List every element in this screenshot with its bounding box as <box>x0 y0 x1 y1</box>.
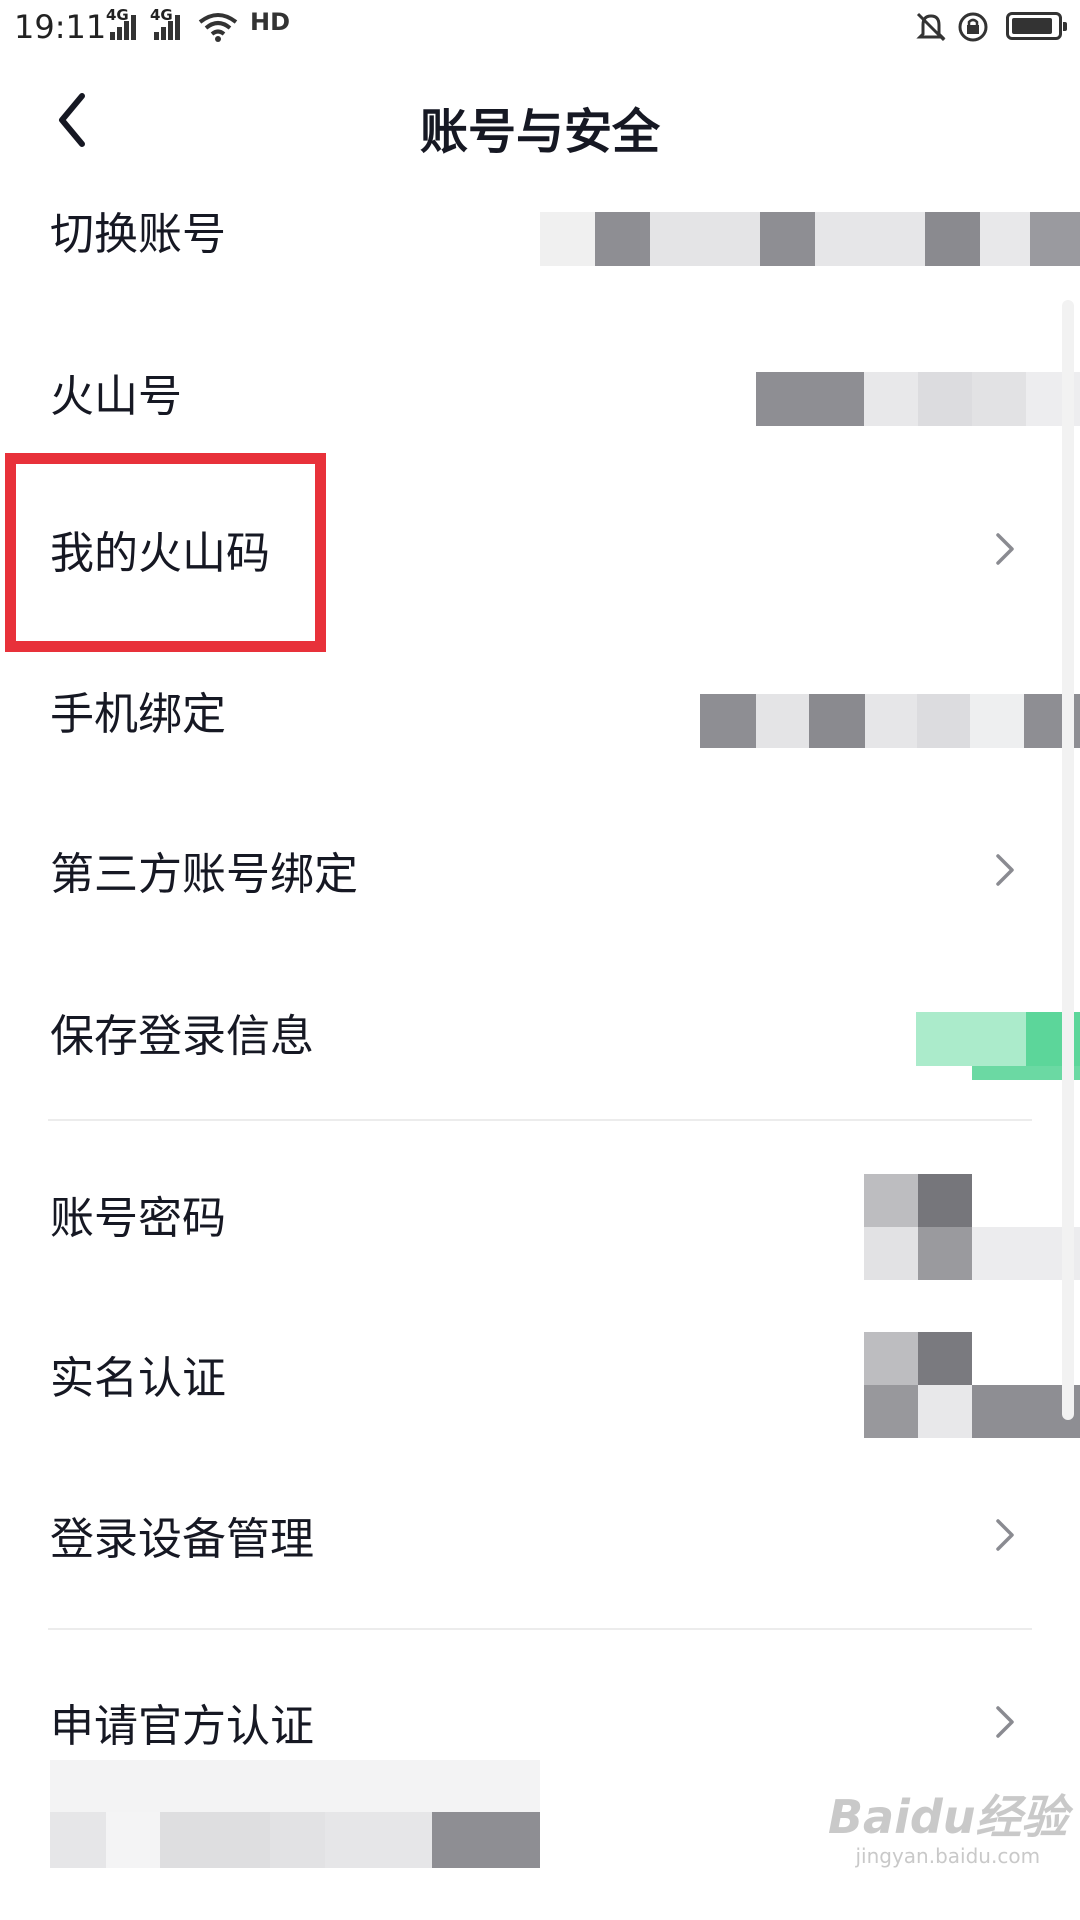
status-time: 19:11 <box>14 8 107 46</box>
signal-icon <box>154 14 182 40</box>
row-label: 切换账号 <box>50 209 226 260</box>
row-label: 实名认证 <box>50 1353 226 1404</box>
divider <box>48 1119 1032 1121</box>
watermark-main: Baidu经验 <box>828 1790 1068 1844</box>
row-huoshan-id[interactable]: 火山号 <box>0 342 1080 442</box>
hd-icon: HD <box>250 8 291 36</box>
row-apply-official-verification[interactable]: 申请官方认证 <box>0 1672 1080 1772</box>
rotation-lock-icon <box>958 12 988 42</box>
watermark-url: jingyan.baidu.com <box>855 1844 1041 1868</box>
status-bar: 19:11 4G 4G HD <box>0 0 1080 56</box>
baidu-jingyan-watermark: Baidu经验 jingyan.baidu.com <box>828 1790 1068 1868</box>
chevron-right-icon <box>996 1519 1014 1551</box>
row-real-name-verification[interactable]: 实名认证 <box>0 1324 1080 1438</box>
mute-bell-icon <box>916 12 946 42</box>
row-label: 账号密码 <box>50 1193 226 1244</box>
battery-level <box>1012 18 1052 34</box>
row-label: 火山号 <box>50 371 182 422</box>
chevron-right-icon <box>996 533 1014 565</box>
pixelated-verification-status <box>864 1332 1080 1438</box>
row-label: 手机绑定 <box>50 689 226 740</box>
row-phone-binding[interactable]: 手机绑定 <box>0 660 1080 760</box>
pixelated-id-value <box>756 372 1080 426</box>
scroll-edge <box>1062 300 1074 1420</box>
page-title: 账号与安全 <box>419 104 660 160</box>
pixelated-password-status <box>864 1174 1080 1280</box>
pixelated-account-value <box>540 212 1080 266</box>
row-label: 第三方账号绑定 <box>50 849 358 900</box>
row-label: 保存登录信息 <box>50 1011 314 1062</box>
row-login-device-management[interactable]: 登录设备管理 <box>0 1485 1080 1585</box>
chevron-right-icon <box>996 1706 1014 1738</box>
row-switch-account[interactable]: 切换账号 <box>0 180 1080 280</box>
row-account-password[interactable]: 账号密码 <box>0 1164 1080 1280</box>
pixelated-row-subtitle <box>50 1760 540 1868</box>
highlight-box <box>5 453 326 652</box>
save-login-toggle[interactable] <box>916 1012 1080 1084</box>
row-third-party-binding[interactable]: 第三方账号绑定 <box>0 820 1080 920</box>
chevron-right-icon <box>996 854 1014 886</box>
row-label: 申请官方认证 <box>50 1701 314 1752</box>
pixelated-phone-value <box>700 694 1080 748</box>
row-save-login-info[interactable]: 保存登录信息 <box>0 982 1080 1082</box>
divider <box>48 1628 1032 1630</box>
signal-icon <box>110 14 138 40</box>
battery-icon <box>1006 12 1067 40</box>
wifi-icon <box>198 13 238 42</box>
row-label: 登录设备管理 <box>50 1514 314 1565</box>
